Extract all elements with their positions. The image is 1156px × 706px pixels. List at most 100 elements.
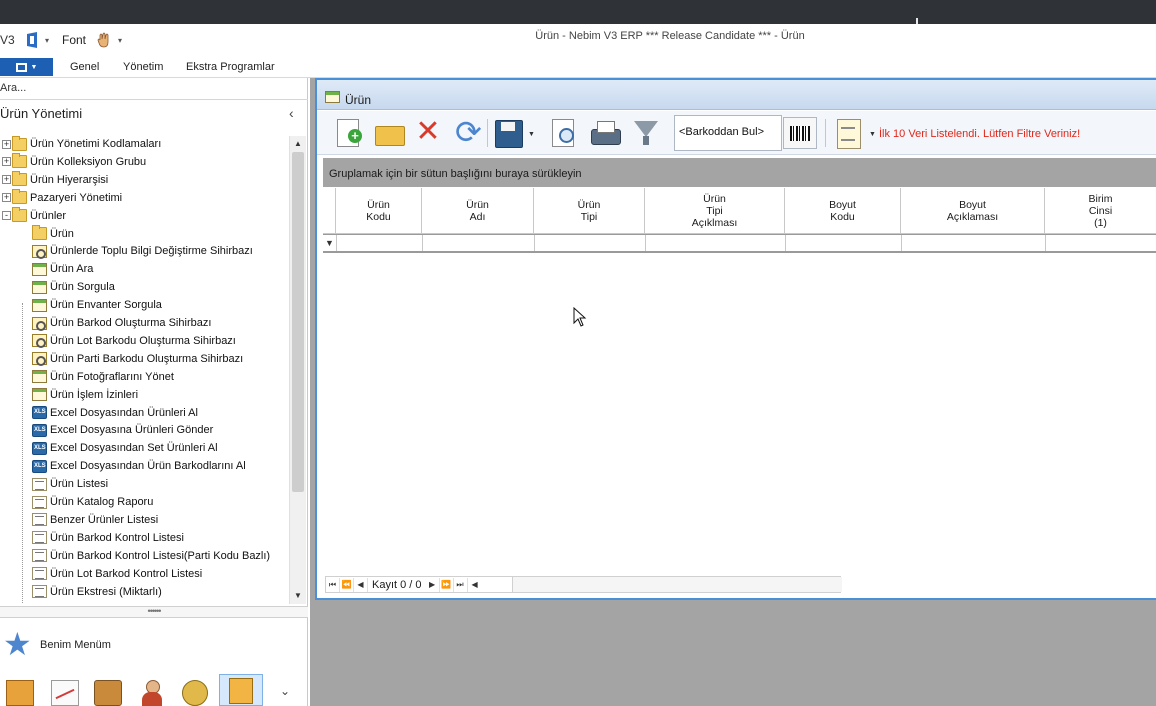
filter-button[interactable] — [630, 117, 662, 149]
tree-item[interactable]: Ürün Barkod Kontrol Listesi — [32, 529, 184, 547]
application-menu-button[interactable]: ▼ — [0, 58, 53, 76]
first-record-icon[interactable]: ⏮ — [326, 577, 340, 592]
print-button[interactable] — [589, 117, 621, 149]
next-page-icon[interactable]: ⏩ — [440, 577, 454, 592]
briefcase-icon[interactable] — [94, 680, 122, 706]
column-header-urun-tipi[interactable]: Ürün Tipi — [534, 188, 645, 234]
expand-icon[interactable]: + — [2, 139, 11, 149]
previous-page-icon[interactable]: ⏪ — [340, 577, 354, 592]
expand-icon[interactable]: + — [2, 193, 11, 203]
tree-item[interactable]: Ürün Lot Barkodu Oluşturma Sihirbazı — [32, 332, 236, 350]
column-header-urun-adi[interactable]: Ürün Adı — [422, 188, 534, 234]
mdi-workspace: Ürün ✕ ▼ <Barkoddan Bul> ▼ İlk 10 Veri L… — [310, 78, 1156, 706]
horizontal-scrollbar[interactable] — [512, 577, 842, 592]
tree-item[interactable]: + Ürün Yönetimi Kodlamaları — [2, 135, 162, 153]
expand-icon[interactable]: + — [2, 175, 11, 185]
panel-splitter[interactable]: •••••• — [0, 606, 308, 618]
tree-item[interactable]: Excel Dosyasına Ürünleri Gönder — [32, 421, 213, 439]
open-button[interactable] — [373, 117, 405, 149]
dropdown-arrow-icon[interactable]: ▼ — [869, 131, 876, 138]
form-icon — [32, 388, 47, 402]
books-icon[interactable] — [6, 680, 34, 706]
print-preview-button[interactable] — [547, 117, 579, 149]
tree-item[interactable]: Ürün Katalog Raporu — [32, 493, 153, 511]
excel-icon — [32, 423, 47, 437]
product-icon[interactable] — [229, 678, 253, 704]
chart-icon[interactable] — [51, 680, 79, 706]
dropdown-arrow-icon[interactable]: ▼ — [528, 131, 535, 138]
tree-item-label: Ürün Envanter Sorgula — [50, 299, 162, 312]
tab-ekstra-programlar[interactable]: Ekstra Programlar — [186, 61, 275, 73]
list-view-button[interactable] — [833, 117, 865, 149]
barcode-icon[interactable] — [783, 117, 817, 149]
tree-item[interactable]: Ürün Lot Barkod Kontrol Listesi — [32, 565, 202, 583]
tree-item[interactable]: Ürün Fotoğraflarını Yönet — [32, 368, 174, 386]
tab-yonetim[interactable]: Yönetim — [123, 61, 163, 73]
tree-item[interactable]: Excel Dosyasından Ürün Barkodlarını Al — [32, 457, 246, 475]
collapse-icon[interactable]: - — [2, 211, 11, 221]
tree-item[interactable]: Ürün Ekstresi (Miktarlı) — [32, 583, 162, 601]
tree-item[interactable]: Ürün Barkod Oluşturma Sihirbazı — [32, 314, 211, 332]
tree-item-label: Ürün İşlem İzinleri — [50, 388, 139, 401]
user-icon[interactable] — [138, 680, 166, 706]
tree-item[interactable]: Ürün Listesi — [32, 475, 108, 493]
auto-filter-row[interactable]: ▼ — [323, 235, 1156, 253]
next-record-icon[interactable]: ▶ — [426, 577, 440, 592]
filter-row-icon: ▼ — [325, 238, 334, 248]
tree-item[interactable]: Ürün Sorgula — [32, 278, 115, 296]
column-header-boyut-aciklamasi[interactable]: Boyut Açıklaması — [901, 188, 1045, 234]
tree-item[interactable]: + Pazaryeri Yönetimi — [2, 189, 122, 207]
favorites-item[interactable]: Benim Menüm — [0, 625, 308, 663]
tree-item[interactable]: Ürünlerde Toplu Bilgi Değiştirme Sihirba… — [32, 242, 253, 260]
scroll-up-icon[interactable]: ▲ — [290, 136, 306, 152]
expand-icon[interactable]: + — [2, 157, 11, 167]
coins-icon[interactable] — [182, 680, 208, 706]
group-by-panel[interactable]: Gruplamak için bir sütun başlığını buray… — [323, 158, 1156, 187]
tree-item[interactable]: Ürün Barkod Kontrol Listesi(Parti Kodu B… — [32, 547, 270, 565]
column-header-boyut-kodu[interactable]: Boyut Kodu — [785, 188, 901, 234]
chevron-down-icon[interactable]: ⌄ — [280, 684, 290, 698]
tree-item[interactable]: Ürün Ara — [32, 260, 93, 278]
tree-item-label: Ürün Yönetimi Kodlamaları — [30, 138, 162, 150]
tree-item[interactable]: + Ürün Kolleksiyon Grubu — [2, 153, 146, 171]
tree-item-label: Ürün — [50, 227, 74, 240]
tree-item[interactable]: + Ürün Hiyerarşisi — [2, 171, 108, 189]
column-header-urun-tipi-aciklamasi[interactable]: Ürün Tipi Açıklması — [645, 188, 785, 234]
form-icon — [32, 370, 47, 384]
barcode-search-input[interactable]: <Barkoddan Bul> — [674, 115, 782, 151]
tree-item[interactable]: Excel Dosyasından Set Ürünleri Al — [32, 439, 218, 457]
chevron-left-icon[interactable]: ‹ — [289, 105, 294, 121]
tree-item[interactable]: - Ürünler — [2, 207, 67, 225]
tab-genel[interactable]: Genel — [70, 61, 99, 73]
refresh-button[interactable] — [453, 113, 485, 151]
tree-item[interactable]: Ürün — [32, 225, 74, 243]
list-icon — [32, 567, 47, 581]
tree-item[interactable]: Benzer Ürünler Listesi — [32, 511, 158, 529]
tree-scrollbar[interactable]: ▲ ▼ — [289, 136, 306, 604]
column-header-urun-kodu[interactable]: Ürün Kodu — [336, 188, 422, 234]
scroll-left-icon[interactable]: ◀ — [468, 578, 482, 592]
form-icon — [32, 298, 47, 312]
tree-item[interactable]: Ürün İşlem İzinleri — [32, 386, 138, 404]
window-titlebar: V3 ▾ Font ▾ Ürün - Nebim V3 ERP *** Rele… — [0, 24, 1156, 56]
tree-item[interactable]: Ürün Envanter Sorgula — [32, 296, 162, 314]
list-icon — [32, 585, 47, 598]
save-button[interactable] — [493, 117, 525, 149]
tree-item[interactable]: Ürün Parti Barkodu Oluşturma Sihirbazı — [32, 350, 243, 368]
new-record-button[interactable] — [333, 117, 365, 149]
scroll-down-icon[interactable]: ▼ — [290, 588, 306, 604]
tree-item-label: Ürünler — [30, 209, 67, 222]
delete-button[interactable]: ✕ — [412, 117, 444, 149]
header-line: Tipi — [706, 204, 723, 217]
folder-icon — [32, 225, 47, 240]
column-header-birim-cinsi[interactable]: Birim Cinsi (1) — [1045, 188, 1156, 234]
wizard-icon — [32, 316, 47, 331]
form-icon — [325, 91, 340, 103]
navigation-panel: Ara... Ürün Yönetimi ‹ + Ürün Yönetimi Ko… — [0, 78, 308, 706]
folder-icon — [12, 189, 27, 205]
menu-search-input[interactable]: Ara... — [0, 78, 308, 100]
tree-item[interactable]: Excel Dosyasından Ürünleri Al — [32, 404, 198, 422]
previous-record-icon[interactable]: ◀ — [354, 577, 368, 592]
last-record-icon[interactable]: ⏭ — [454, 577, 468, 592]
scrollbar-thumb[interactable] — [292, 152, 304, 492]
